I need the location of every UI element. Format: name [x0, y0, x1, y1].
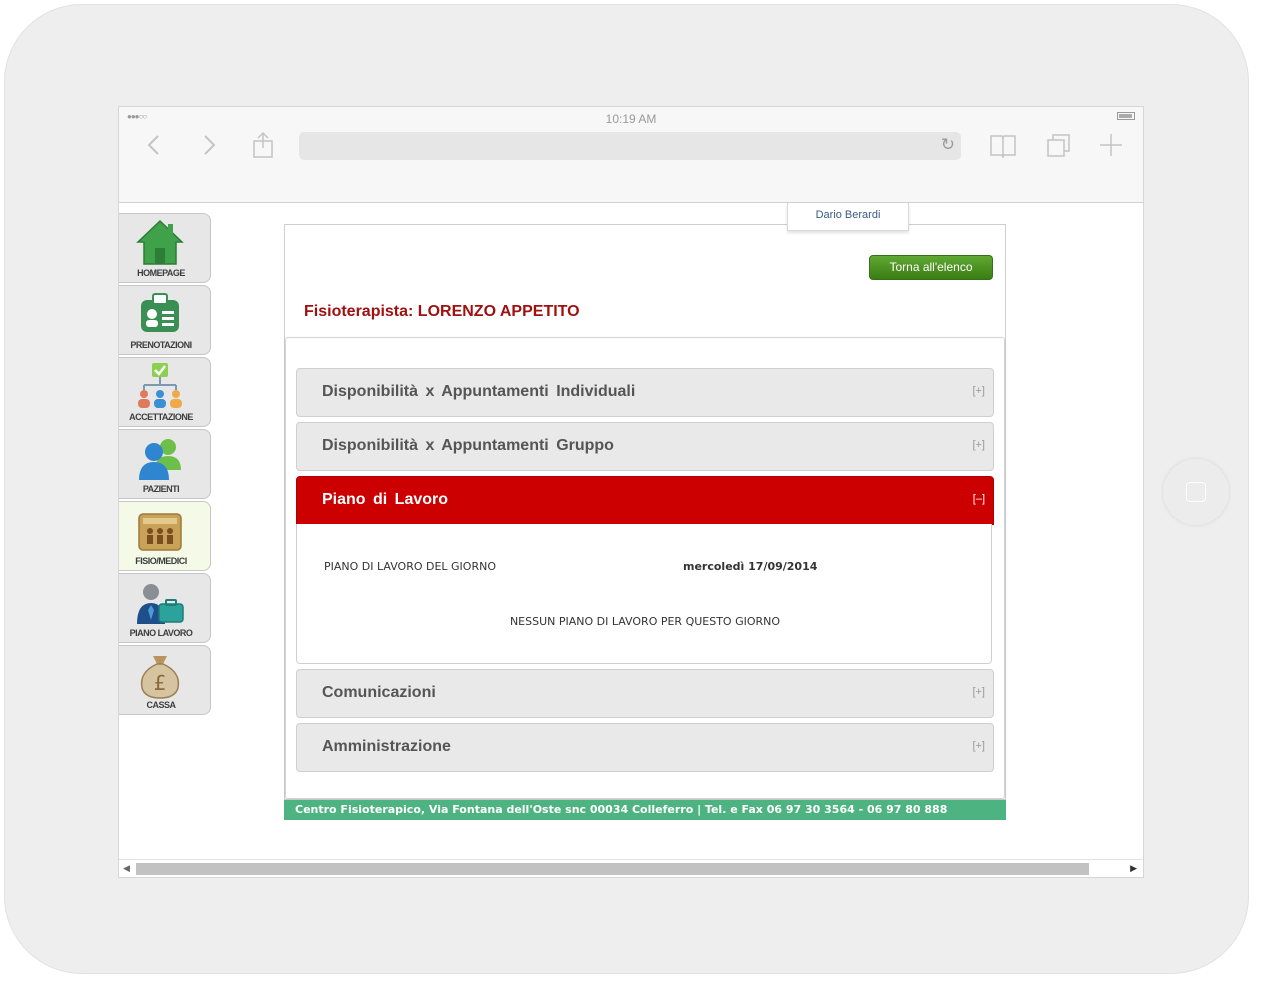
expand-toggle[interactable]: [+] — [972, 439, 985, 451]
work-plan-label: PIANO DI LAVORO DEL GIORNO — [324, 560, 496, 573]
accordion-header-comunicazioni[interactable]: Comunicazioni [+] — [296, 669, 994, 718]
tabs-icon[interactable] — [1045, 131, 1073, 159]
id-card-icon — [141, 293, 179, 332]
scroll-left-arrow-icon[interactable]: ◀ — [123, 863, 130, 874]
sidebar-item-piano-lavoro[interactable]: PIANO LAVORO — [119, 573, 211, 643]
page-title: Fisioterapista: LORENZO APPETITO — [304, 303, 580, 320]
expand-toggle[interactable]: [+] — [972, 740, 985, 752]
accordion-body-piano-di-lavoro: PIANO DI LAVORO DEL GIORNO mercoledì 17/… — [296, 524, 992, 664]
accordion-title: Disponibilità x Appuntamenti Individuali — [322, 383, 636, 400]
horizontal-scrollbar[interactable]: ◀ ▶ — [119, 859, 1143, 877]
expand-toggle[interactable]: [+] — [972, 686, 985, 698]
collapse-toggle[interactable]: [–] — [973, 493, 985, 505]
empty-message: NESSUN PIANO DI LAVORO PER QUESTO GIORNO — [509, 615, 781, 628]
footer: Centro Fisioterapico, Via Fontana dell'O… — [284, 800, 1006, 820]
money-bag-icon: £ — [140, 656, 180, 699]
sidebar-item-pazienti[interactable]: PAZIENTI — [119, 429, 211, 499]
tablet-frame: ●●●○○ 10:19 AM ↻ HOMEPAGE PRENOTAZIONI A… — [4, 4, 1249, 974]
accordion: Disponibilità x Appuntamenti Individuali… — [285, 337, 1005, 799]
url-bar[interactable]: ↻ — [299, 132, 961, 160]
staff-board-icon — [138, 513, 182, 551]
screen: ●●●○○ 10:19 AM ↻ HOMEPAGE PRENOTAZIONI A… — [118, 106, 1144, 878]
forward-arrow-icon[interactable] — [195, 131, 223, 159]
home-button[interactable] — [1162, 458, 1230, 526]
sidebar-item-label: ACCETTAZIONE — [129, 412, 193, 422]
sidebar-item-cassa[interactable]: £ CASSA — [119, 645, 211, 715]
worker-briefcase-icon — [137, 584, 184, 624]
accordion-header-gruppo[interactable]: Disponibilità x Appuntamenti Gruppo [+] — [296, 422, 994, 471]
accordion-header-piano-di-lavoro[interactable]: Piano di Lavoro [–] — [296, 476, 994, 525]
bookmarks-icon[interactable] — [989, 131, 1017, 159]
user-name[interactable]: Dario Berardi — [787, 203, 909, 231]
sidebar-item-fisio-medici[interactable]: FISIO/MEDICI — [119, 501, 211, 571]
scrollbar-thumb[interactable] — [136, 863, 1089, 875]
org-chart-icon — [138, 363, 182, 408]
scroll-right-arrow-icon[interactable]: ▶ — [1130, 863, 1137, 874]
back-to-list-button[interactable]: Torna all'elenco — [869, 255, 993, 280]
svg-text:£: £ — [154, 671, 167, 695]
accordion-title: Piano di Lavoro — [322, 491, 449, 508]
browser-toolbar: ●●●○○ 10:19 AM ↻ — [119, 107, 1143, 203]
accordion-title: Amministrazione — [322, 738, 451, 755]
new-tab-icon[interactable] — [1097, 131, 1125, 159]
accordion-title: Disponibilità x Appuntamenti Gruppo — [322, 437, 614, 454]
sidebar-item-label: PIANO LAVORO — [129, 628, 193, 638]
sidebar-item-label: FISIO/MEDICI — [135, 556, 187, 566]
sidebar-item-accettazione[interactable]: ACCETTAZIONE — [119, 357, 211, 427]
sidebar-item-label: PRENOTAZIONI — [130, 340, 192, 350]
reload-icon[interactable]: ↻ — [941, 135, 955, 155]
accordion-header-amministrazione[interactable]: Amministrazione [+] — [296, 723, 994, 772]
sidebar-item-label: HOMEPAGE — [137, 268, 185, 278]
share-icon[interactable] — [249, 131, 277, 159]
accordion-header-individuali[interactable]: Disponibilità x Appuntamenti Individuali… — [296, 368, 994, 417]
accordion-title: Comunicazioni — [322, 684, 436, 701]
work-plan-date: mercoledì 17/09/2014 — [683, 560, 818, 573]
back-arrow-icon[interactable] — [141, 131, 169, 159]
home-square-icon — [1186, 482, 1206, 502]
home-icon — [136, 219, 184, 265]
status-time: 10:19 AM — [605, 112, 657, 126]
sidebar-item-label: CASSA — [146, 700, 176, 710]
sidebar-item-homepage[interactable]: HOMEPAGE — [119, 213, 211, 283]
battery-icon — [1117, 112, 1135, 120]
people-icon — [139, 439, 181, 480]
sidebar-item-label: PAZIENTI — [142, 484, 180, 494]
sidebar-item-prenotazioni[interactable]: PRENOTAZIONI — [119, 285, 211, 355]
expand-toggle[interactable]: [+] — [972, 385, 985, 397]
